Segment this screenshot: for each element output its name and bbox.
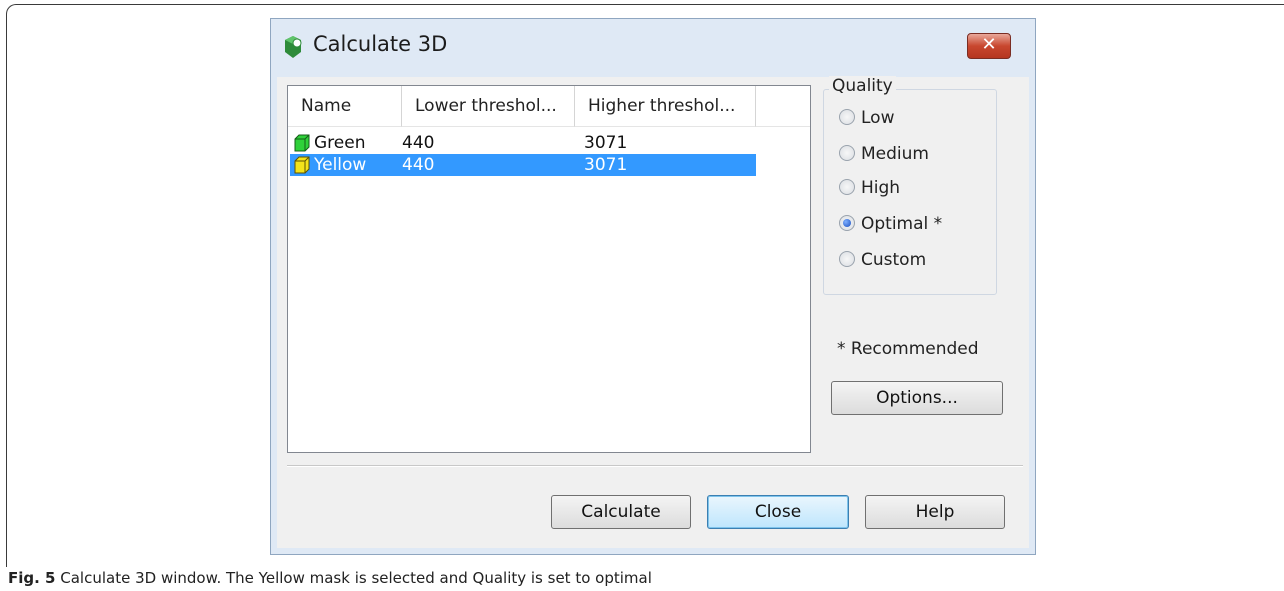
- recommended-note: * Recommended: [837, 339, 979, 359]
- row-higher-threshold: 3071: [584, 155, 628, 175]
- figure-caption: Fig. 5 Calculate 3D window. The Yellow m…: [8, 569, 652, 587]
- radio-label: Medium: [861, 144, 929, 164]
- figure-number: Fig. 5: [8, 569, 56, 587]
- close-window-button[interactable]: ✕: [967, 33, 1011, 59]
- title-bar: Calculate 3D ✕: [271, 19, 1035, 77]
- green-mask-icon: [294, 134, 310, 152]
- radio-circle-icon: [839, 179, 855, 195]
- options-button[interactable]: Options...: [831, 381, 1003, 415]
- app-icon: [285, 36, 302, 58]
- quality-label: Quality: [829, 76, 896, 96]
- row-lower-threshold: 440: [402, 155, 435, 175]
- calculate-3d-dialog: Calculate 3D ✕ Name Lower threshol... Hi…: [270, 18, 1036, 555]
- row-lower-threshold: 440: [402, 133, 435, 153]
- window-title: Calculate 3D: [313, 32, 448, 56]
- separator: [287, 465, 1023, 467]
- column-header-name[interactable]: Name: [288, 86, 402, 127]
- caption-text: Calculate 3D window. The Yellow mask is …: [55, 569, 652, 587]
- help-button[interactable]: Help: [865, 495, 1005, 529]
- list-row-green[interactable]: Green 440 3071: [290, 132, 756, 154]
- radio-label: High: [861, 178, 901, 198]
- radio-label: Custom: [861, 250, 927, 270]
- radio-selected-icon: [839, 215, 855, 231]
- column-header-lower-threshold[interactable]: Lower threshol...: [402, 86, 575, 127]
- calculate-button[interactable]: Calculate: [551, 495, 691, 529]
- row-name: Green: [314, 133, 366, 153]
- radio-label: Low: [861, 108, 895, 128]
- radio-label: Optimal *: [861, 214, 943, 234]
- column-header-higher-threshold[interactable]: Higher threshol...: [575, 86, 756, 127]
- yellow-mask-icon: [294, 156, 310, 174]
- row-name: Yellow: [314, 155, 367, 175]
- list-row-yellow[interactable]: Yellow 440 3071: [290, 154, 756, 176]
- close-button[interactable]: Close: [707, 495, 849, 529]
- list-header: Name Lower threshol... Higher threshol..…: [288, 86, 810, 128]
- mask-list[interactable]: Name Lower threshol... Higher threshol..…: [287, 85, 811, 453]
- row-higher-threshold: 3071: [584, 133, 628, 153]
- radio-circle-icon: [839, 251, 855, 267]
- radio-circle-icon: [839, 109, 855, 125]
- dialog-body: Name Lower threshol... Higher threshol..…: [277, 76, 1029, 548]
- radio-circle-icon: [839, 145, 855, 161]
- column-header-empty: [756, 86, 810, 127]
